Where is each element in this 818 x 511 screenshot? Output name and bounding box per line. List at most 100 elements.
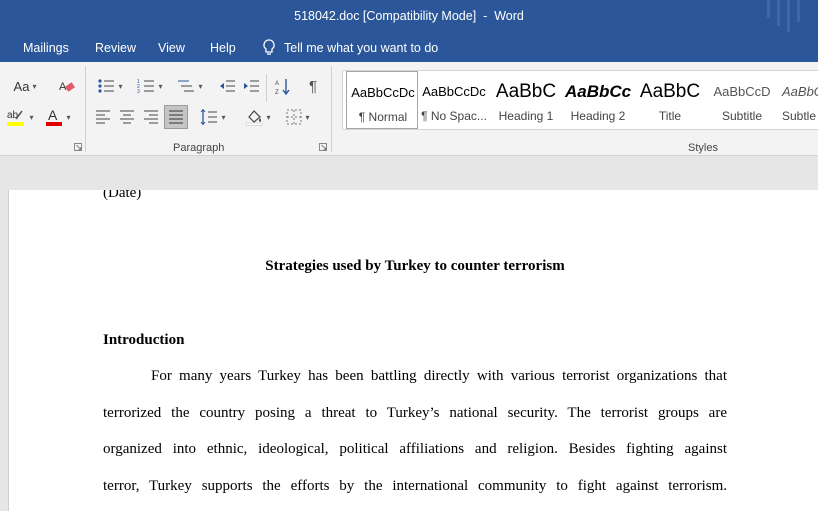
- align-right-icon: [144, 110, 158, 124]
- align-left-icon: [96, 110, 110, 124]
- chevron-down-icon: ▾: [32, 81, 37, 91]
- sort-icon: A Z: [275, 78, 290, 95]
- clear-formatting-button[interactable]: A: [56, 76, 78, 96]
- chevron-down-icon: ▾: [198, 81, 203, 91]
- style-sample: AaBbCcDc: [351, 85, 415, 100]
- chevron-down-icon: ▾: [266, 112, 271, 122]
- numbered-list-icon: 1 2 3: [137, 79, 155, 94]
- document-page[interactable]: (Date) Strategies used by Turkey to coun…: [8, 190, 818, 511]
- title-bar-decoration: [777, 0, 780, 26]
- bullets-button[interactable]: ▾: [92, 76, 128, 96]
- change-case-label: Aa: [13, 78, 30, 94]
- line-spacing-button[interactable]: ▾: [196, 106, 230, 128]
- chevron-down-icon: ▾: [118, 81, 123, 91]
- style-heading-1[interactable]: AaBbC Heading 1: [490, 71, 562, 129]
- show-formatting-marks-icon[interactable]: ¶: [302, 76, 324, 96]
- style-heading-2[interactable]: AaBbCc Heading 2: [562, 71, 634, 129]
- paragraph-line: terrorized the country posing a threat t…: [103, 405, 727, 421]
- shading-button[interactable]: ▾: [240, 106, 276, 128]
- tab-view[interactable]: View: [158, 41, 185, 55]
- style-name: ¶ Normal: [358, 110, 408, 124]
- numbering-button[interactable]: 1 2 3 ▾: [132, 76, 168, 96]
- chevron-down-icon: ▾: [221, 112, 226, 122]
- style-sample: AaBbC: [495, 81, 557, 102]
- multilevel-list-button[interactable]: ▾: [172, 76, 208, 96]
- paragraph-dialog-launcher-icon[interactable]: ↘: [319, 143, 328, 152]
- group-separator: [331, 66, 332, 152]
- decrease-indent-button[interactable]: [216, 76, 238, 96]
- style-sample: AaBbCcD: [782, 84, 818, 99]
- style-sample: AaBbC: [639, 81, 701, 102]
- svg-text:A: A: [275, 81, 279, 87]
- style-name: Title: [658, 109, 682, 123]
- style-sample: AaBbCcD: [713, 84, 771, 99]
- justify-button[interactable]: [164, 105, 188, 129]
- document-background: [0, 156, 818, 190]
- title-bar-decoration: [797, 0, 800, 22]
- svg-text:3: 3: [137, 89, 140, 94]
- chevron-down-icon: ▾: [305, 112, 310, 122]
- paragraph-group-label: Paragraph: [173, 142, 225, 154]
- svg-text:ab: ab: [7, 110, 19, 121]
- ribbon-tabs: Mailings Review View Help Tell me what y…: [0, 34, 818, 62]
- tell-me-search[interactable]: Tell me what you want to do: [262, 39, 438, 56]
- paragraph-line: terror, Turkey supports the efforts by t…: [103, 478, 727, 494]
- style-title[interactable]: AaBbC Title: [634, 71, 706, 129]
- style-name: Subtle Em...: [782, 109, 818, 123]
- title-bar-decoration: [767, 0, 770, 18]
- title-bar-decoration: [787, 0, 790, 32]
- increase-indent-button[interactable]: [240, 76, 262, 96]
- font-dialog-launcher-icon[interactable]: ↘: [74, 143, 83, 152]
- tab-mailings[interactable]: Mailings: [23, 41, 69, 55]
- style-name: Heading 2: [570, 109, 626, 123]
- eraser-icon: A: [59, 81, 75, 93]
- style-name: ¶ No Spac...: [421, 109, 487, 123]
- window-title: 518042.doc [Compatibility Mode] - Word: [294, 9, 524, 23]
- justify-icon: [169, 110, 183, 124]
- borders-icon: [286, 109, 302, 125]
- increase-indent-icon: [243, 80, 259, 91]
- styles-gallery: AaBbCcDc ¶ Normal AaBbCcDc ¶ No Spac... …: [342, 70, 818, 130]
- tab-help[interactable]: Help: [210, 41, 236, 55]
- group-separator: [266, 74, 267, 102]
- paint-bucket-icon: [246, 110, 263, 126]
- document-title: Strategies used by Turkey to counter ter…: [265, 258, 565, 274]
- title-bar: 518042.doc [Compatibility Mode] - Word: [0, 0, 818, 34]
- svg-text:A: A: [48, 107, 58, 123]
- chevron-down-icon: ▾: [158, 81, 163, 91]
- align-center-icon: [120, 110, 134, 124]
- group-separator: [85, 66, 86, 152]
- style-sample: AaBbCc: [565, 82, 632, 101]
- borders-button[interactable]: ▾: [280, 106, 316, 128]
- multilevel-list-icon: [178, 80, 195, 92]
- style-subtle-emphasis[interactable]: AaBbCcD Subtle Em...: [778, 71, 818, 129]
- decrease-indent-icon: [219, 80, 235, 91]
- paragraph-line: organized into ethnic, ideological, poli…: [103, 441, 727, 457]
- style-sample: AaBbCcDc: [422, 84, 486, 99]
- tab-review[interactable]: Review: [95, 41, 136, 55]
- align-right-button[interactable]: [140, 106, 162, 128]
- sort-button[interactable]: A Z: [272, 76, 294, 96]
- highlighter-icon: ab: [7, 110, 25, 126]
- style-subtitle[interactable]: AaBbCcD Subtitle: [706, 71, 778, 129]
- chevron-down-icon: ▾: [66, 112, 71, 122]
- tell-me-label: Tell me what you want to do: [284, 40, 439, 55]
- line-spacing-icon: [201, 109, 218, 125]
- style-no-spacing[interactable]: AaBbCcDc ¶ No Spac...: [418, 71, 490, 129]
- style-normal[interactable]: AaBbCcDc ¶ Normal: [346, 71, 418, 129]
- svg-text:Z: Z: [275, 90, 279, 95]
- style-name: Heading 1: [498, 109, 554, 123]
- document-date: (Date): [103, 190, 142, 201]
- align-center-button[interactable]: [116, 106, 138, 128]
- style-name: Subtitle: [721, 109, 763, 123]
- bullet-list-icon: [98, 79, 115, 93]
- text-highlight-button[interactable]: ab ▾: [2, 106, 38, 128]
- section-heading: Introduction: [103, 332, 185, 348]
- change-case-button[interactable]: Aa ▾: [6, 76, 44, 96]
- align-left-button[interactable]: [92, 106, 114, 128]
- font-color-button[interactable]: A ▾: [40, 106, 76, 128]
- chevron-down-icon: ▾: [29, 112, 34, 122]
- styles-group-label: Styles: [688, 142, 718, 154]
- paragraph-line: For many years Turkey has been battling …: [151, 368, 727, 384]
- font-color-icon: A: [46, 107, 63, 126]
